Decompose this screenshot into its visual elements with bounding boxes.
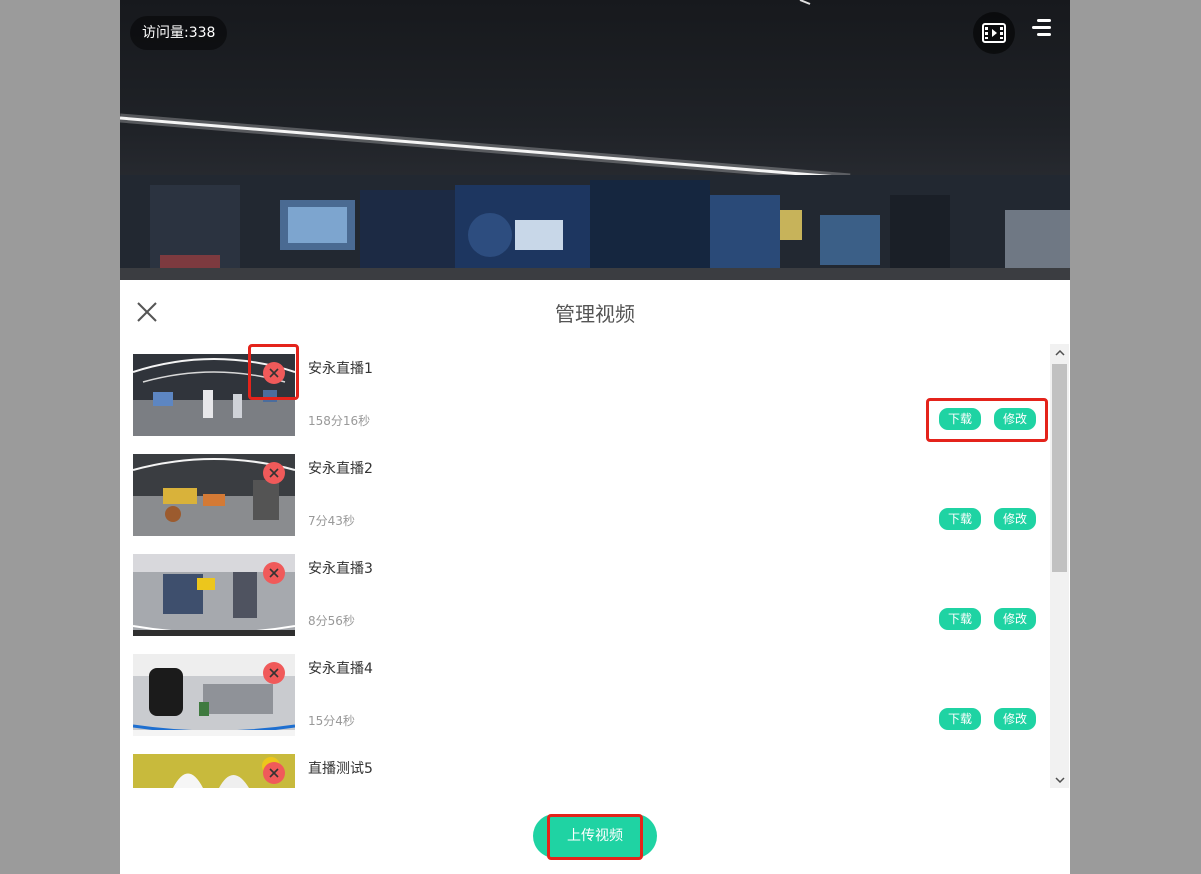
panorama-scene — [120, 0, 1070, 280]
video-duration: 7分43秒 — [308, 514, 355, 528]
video-title: 安永直播4 — [308, 661, 373, 677]
menu-button[interactable] — [1022, 8, 1062, 48]
video-title: 安永直播1 — [308, 361, 373, 377]
download-button[interactable]: 下载 — [939, 608, 982, 630]
chevron-up-icon — [1054, 349, 1065, 356]
film-icon — [982, 23, 1006, 43]
app-stage: 访问量:338 管理视频 安永直播1 158分16秒 下载 修改 安永直播2 7… — [120, 0, 1070, 874]
delete-circle-icon — [269, 668, 279, 678]
delete-video-button[interactable] — [263, 762, 285, 784]
delete-video-button[interactable] — [263, 462, 285, 484]
video-list[interactable]: 安永直播1 158分16秒 下载 修改 安永直播2 7分43秒 下载 修改 安永… — [133, 354, 1048, 788]
edit-button[interactable]: 修改 — [994, 408, 1037, 430]
edit-button[interactable]: 修改 — [994, 708, 1037, 730]
delete-circle-icon — [269, 368, 279, 378]
video-title: 安永直播2 — [308, 461, 373, 477]
upload-video-button[interactable]: 上传视频 — [533, 814, 657, 858]
video-duration: 15分4秒 — [308, 714, 355, 728]
chevron-down-icon — [1054, 776, 1065, 783]
download-button[interactable]: 下载 — [939, 408, 982, 430]
video-item: 安永直播2 7分43秒 下载 修改 — [133, 454, 1048, 536]
manage-videos-panel: 管理视频 安永直播1 158分16秒 下载 修改 安永直播2 7分43秒 下载 … — [120, 280, 1070, 874]
scroll-down-button[interactable] — [1050, 771, 1069, 788]
scrollbar-thumb[interactable] — [1052, 364, 1067, 572]
download-button[interactable]: 下载 — [939, 708, 982, 730]
panel-title: 管理视频 — [555, 302, 635, 326]
video-item: 安永直播4 15分4秒 下载 修改 — [133, 654, 1048, 736]
delete-circle-icon — [269, 768, 279, 778]
video-item: 安永直播3 8分56秒 下载 修改 — [133, 554, 1048, 636]
delete-circle-icon — [269, 468, 279, 478]
delete-video-button[interactable] — [263, 362, 285, 384]
video-item: 安永直播1 158分16秒 下载 修改 — [133, 354, 1048, 436]
visit-count-badge: 访问量:338 — [130, 16, 228, 50]
panorama-viewer[interactable]: 访问量:338 — [120, 0, 1070, 280]
delete-circle-icon — [269, 568, 279, 578]
video-title: 直播测试5 — [308, 761, 373, 777]
video-title: 安永直播3 — [308, 561, 373, 577]
menu-icon — [1032, 19, 1051, 36]
video-duration: 158分16秒 — [308, 414, 371, 428]
download-button[interactable]: 下载 — [939, 508, 982, 530]
scroll-up-button[interactable] — [1050, 344, 1069, 361]
edit-button[interactable]: 修改 — [994, 508, 1037, 530]
video-duration: 8分56秒 — [308, 614, 355, 628]
video-item: 直播测试5 — [133, 754, 1048, 788]
delete-video-button[interactable] — [263, 662, 285, 684]
delete-video-button[interactable] — [263, 562, 285, 584]
list-scrollbar[interactable] — [1050, 344, 1069, 788]
video-list-button[interactable] — [973, 12, 1015, 54]
edit-button[interactable]: 修改 — [994, 608, 1037, 630]
